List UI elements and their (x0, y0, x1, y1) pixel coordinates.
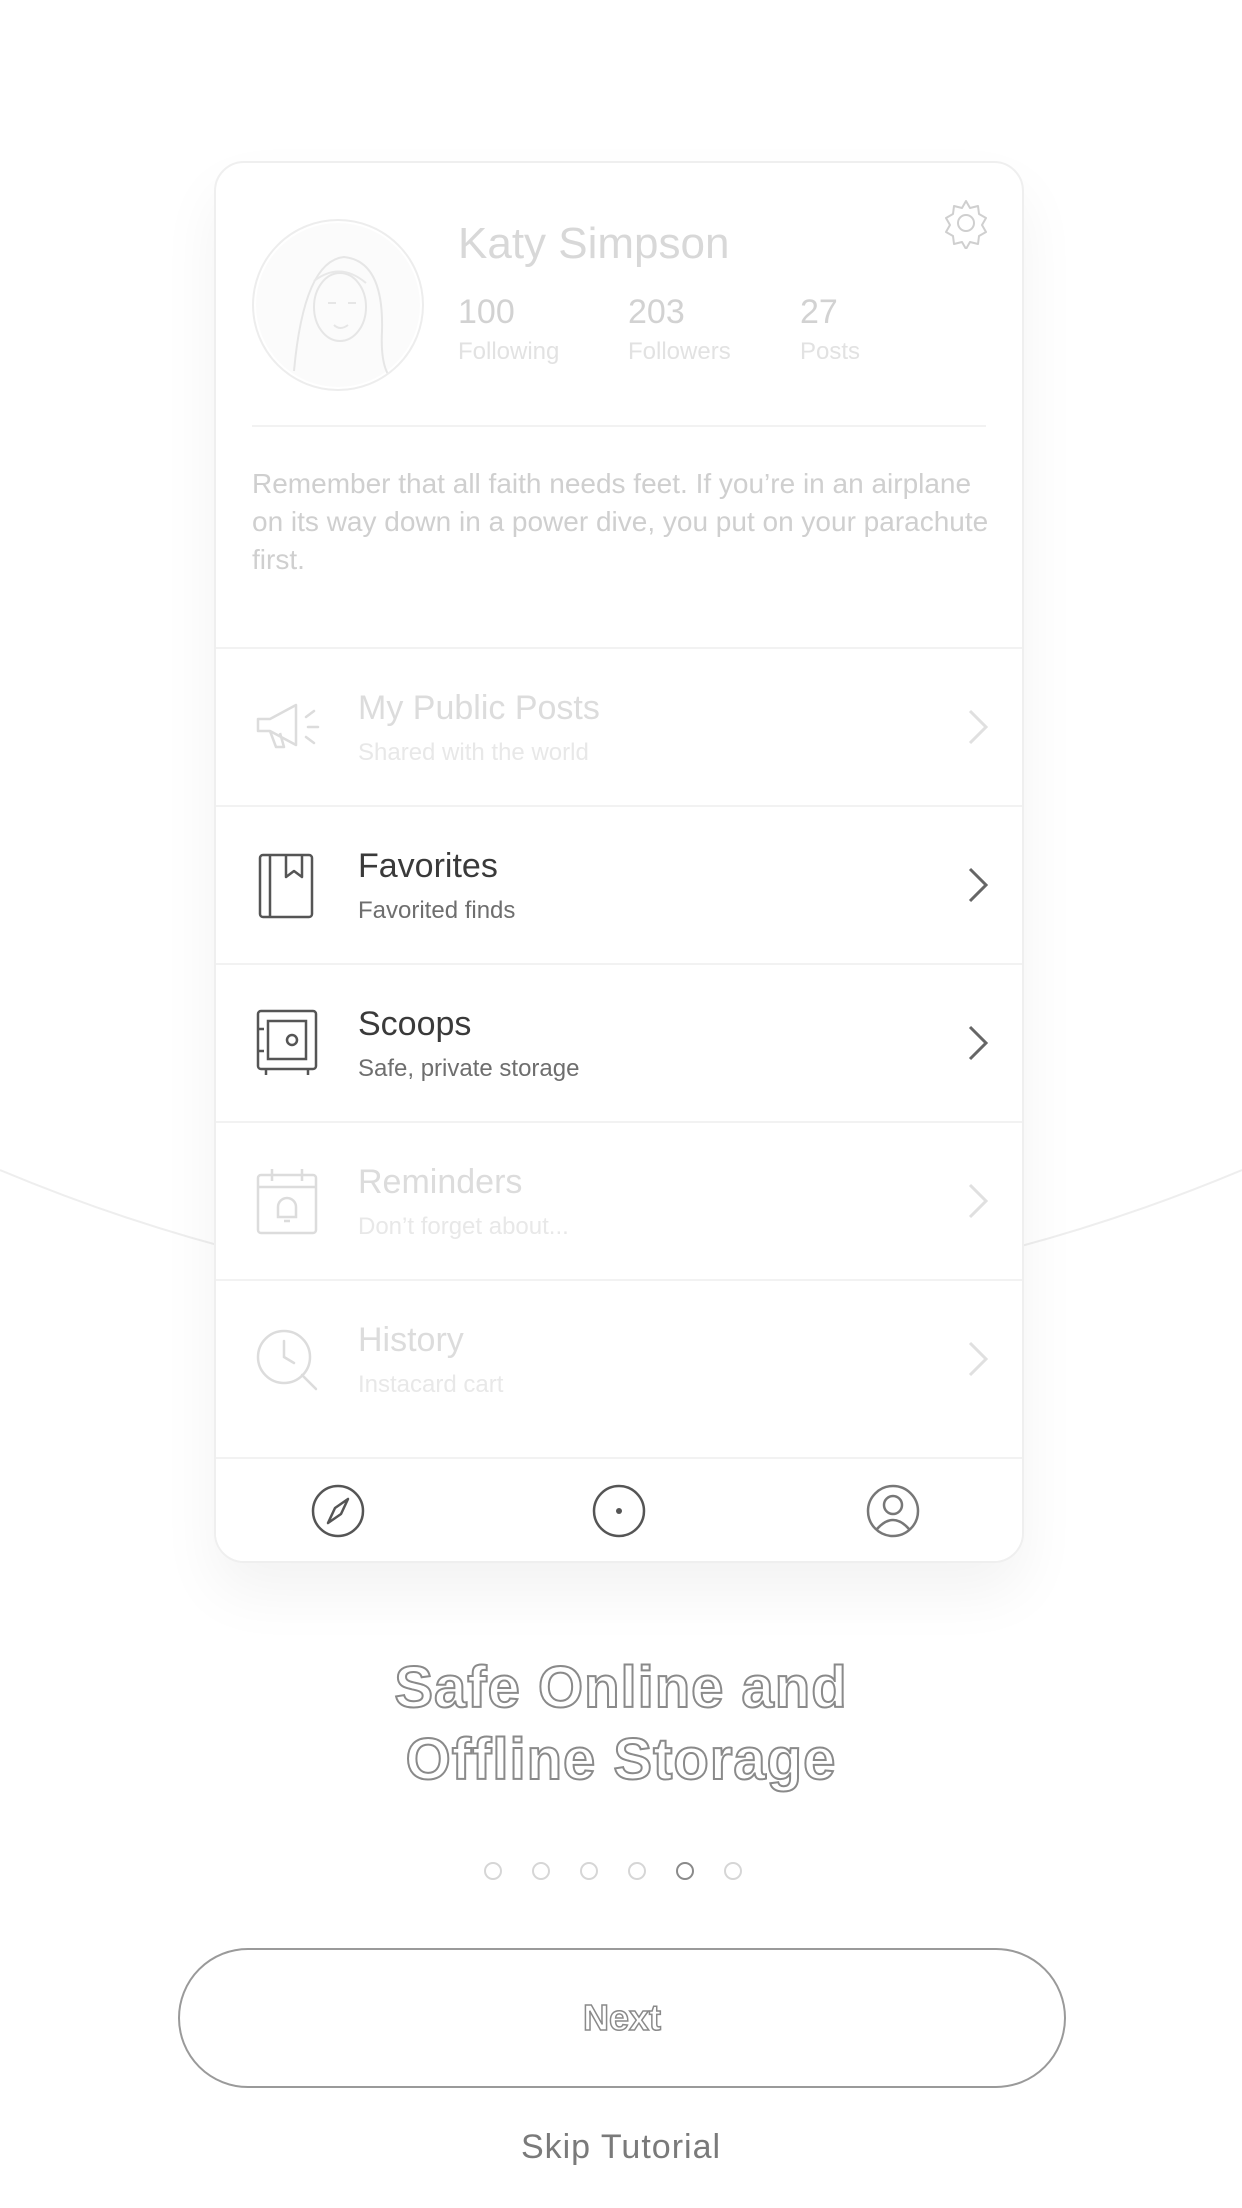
stat-following: 100 Following (458, 293, 559, 366)
menu-item-scoops[interactable]: Scoops Safe, private storage (216, 963, 1022, 1121)
clock-search-icon (256, 1329, 318, 1391)
calendar-bell-icon (256, 1169, 318, 1235)
user-icon[interactable] (865, 1483, 921, 1539)
profile-menu: My Public Posts Shared with the world Fa… (216, 647, 1022, 1437)
menu-item-reminders[interactable]: Reminders Don’t forget about... (216, 1121, 1022, 1279)
gear-icon[interactable] (940, 197, 992, 250)
menu-item-favorites[interactable]: Favorites Favorited finds (216, 805, 1022, 963)
menu-item-subtitle: Don’t forget about... (358, 1213, 569, 1240)
megaphone-icon (256, 703, 320, 749)
skip-tutorial-link[interactable]: Skip Tutorial (0, 2128, 1242, 2167)
menu-item-subtitle: Safe, private storage (358, 1055, 580, 1082)
stat-label: Followers (628, 338, 731, 365)
stat-posts: 27 Posts (800, 293, 860, 366)
menu-item-public-posts[interactable]: My Public Posts Shared with the world (216, 647, 1022, 805)
tab-bar (216, 1457, 1022, 1561)
menu-item-title: Favorites (358, 847, 498, 885)
stat-followers: 203 Followers (628, 293, 731, 366)
chevron-right-icon (968, 1025, 989, 1061)
page-dot[interactable] (532, 1862, 550, 1880)
menu-item-title: History (358, 1321, 464, 1359)
bookmark-book-icon (258, 853, 314, 919)
page-dot[interactable] (580, 1862, 598, 1880)
menu-item-subtitle: Shared with the world (358, 739, 589, 766)
chevron-right-icon (968, 867, 989, 903)
stat-label: Following (458, 338, 560, 365)
menu-item-title: My Public Posts (358, 689, 600, 727)
safe-icon (256, 1009, 318, 1075)
menu-item-history[interactable]: History Instacard cart (216, 1279, 1022, 1437)
menu-item-subtitle: Instacard cart (358, 1371, 504, 1398)
menu-item-title: Reminders (358, 1163, 523, 1201)
stat-value: 27 (800, 293, 838, 331)
avatar (252, 219, 424, 391)
headline-line: Offline Storage (405, 1726, 837, 1793)
page-dot[interactable] (628, 1862, 646, 1880)
headline-line: Safe Online and (393, 1654, 848, 1721)
profile-header: Katy Simpson 100 Following 203 Followers… (216, 163, 1022, 633)
chevron-right-icon (968, 1183, 989, 1219)
onboarding-headline: Safe Online and Offline Storage (0, 1652, 1242, 1796)
page-dot-active[interactable] (676, 1862, 694, 1880)
next-button[interactable]: Next (178, 1948, 1066, 2088)
chevron-right-icon (968, 709, 989, 745)
compass-icon[interactable] (310, 1483, 366, 1539)
chevron-right-icon (968, 1341, 989, 1377)
page-dot[interactable] (724, 1862, 742, 1880)
divider (252, 425, 986, 427)
menu-item-title: Scoops (358, 1005, 472, 1043)
app-preview-card: Katy Simpson 100 Following 203 Followers… (214, 161, 1024, 1563)
stat-value: 100 (458, 293, 515, 331)
profile-name: Katy Simpson (458, 219, 730, 268)
menu-item-subtitle: Favorited finds (358, 897, 516, 924)
stat-label: Posts (800, 338, 861, 365)
record-icon[interactable] (591, 1483, 647, 1539)
profile-bio: Remember that all faith needs feet. If y… (252, 468, 989, 575)
page-dot[interactable] (484, 1862, 502, 1880)
stat-value: 203 (628, 293, 685, 331)
